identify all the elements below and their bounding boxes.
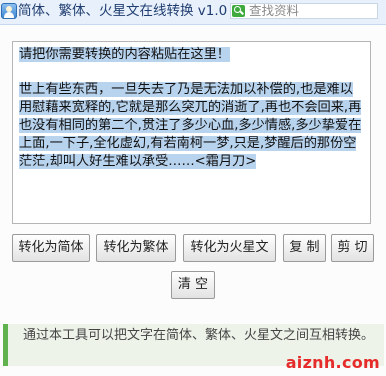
convert-to-simplified-button[interactable]: 转化为简体 [12, 234, 90, 262]
app-header: 简体、繁体、火星文在线转换 v1.0 [0, 0, 386, 25]
pasted-content-text: 世上有些东西，一旦失去了乃是无法加以补偿的,也是难以用慰藉来宽释的,它就是那么突… [19, 82, 362, 169]
tip-text: 通过本工具可以把文字在简体、繁体、火星文之间互相转换。 [23, 328, 375, 343]
clear-button[interactable]: 清 空 [171, 271, 215, 299]
search-input[interactable] [249, 4, 375, 18]
paste-prompt-text: 请把你需要转换的内容粘贴在这里！ [19, 47, 230, 62]
convert-to-traditional-button[interactable]: 转化为繁体 [96, 234, 176, 262]
copy-button[interactable]: 复 制 [283, 234, 326, 262]
app-title: 简体、繁体、火星文在线转换 v1.0 [18, 3, 228, 19]
search-box[interactable] [230, 3, 378, 19]
convert-to-martian-button[interactable]: 转化为火星文 [183, 234, 276, 262]
app-logo-icon [1, 3, 17, 19]
search-icon[interactable] [232, 5, 245, 17]
conversion-text-area[interactable]: 请把你需要转换的内容粘贴在这里！ 世上有些东西，一旦失去了乃是无法加以补偿的,也… [12, 41, 371, 224]
cut-button[interactable]: 剪 切 [331, 234, 374, 262]
site-watermark: aiznh.com [285, 353, 380, 372]
